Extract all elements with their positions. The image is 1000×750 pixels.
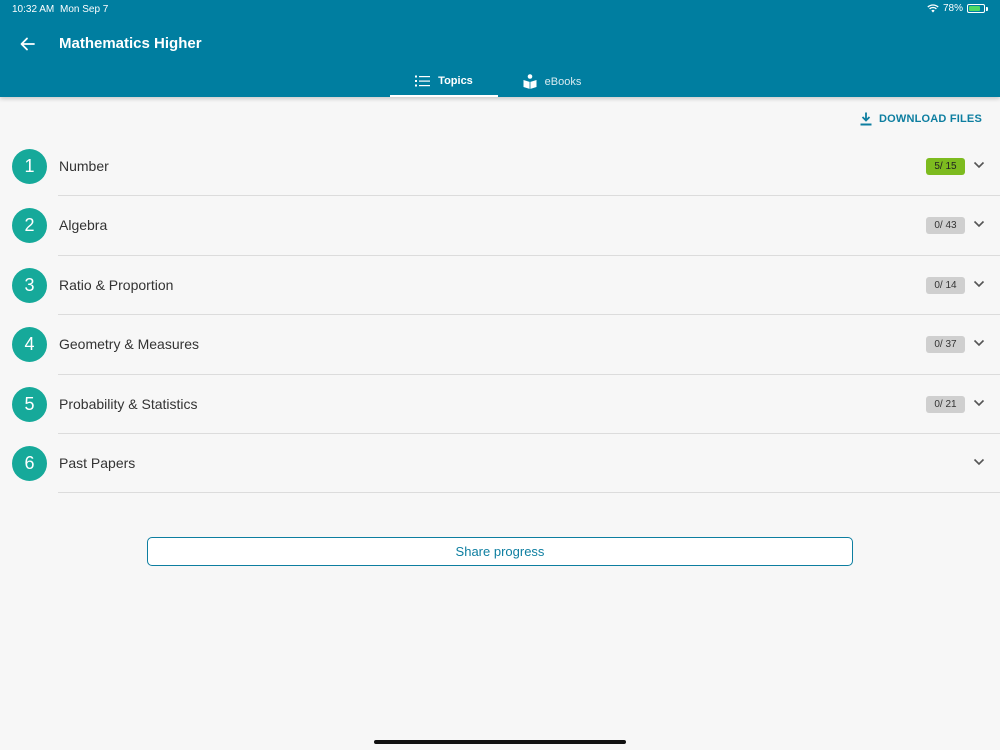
battery-icon bbox=[967, 4, 985, 13]
tab-bar: Topics eBooks bbox=[390, 66, 606, 97]
share-progress-button[interactable]: Share progress bbox=[147, 537, 853, 566]
progress-badge: 0/ 37 bbox=[926, 336, 965, 354]
topic-title: Algebra bbox=[59, 217, 108, 234]
download-files-button[interactable]: DOWNLOAD FILES bbox=[860, 112, 982, 126]
chevron-down-icon[interactable] bbox=[973, 338, 985, 348]
page-title: Mathematics Higher bbox=[59, 35, 202, 52]
topic-title: Ratio & Proportion bbox=[59, 276, 174, 293]
download-icon bbox=[860, 112, 872, 126]
topic-row[interactable]: 6 Past Papers bbox=[0, 434, 1000, 494]
topic-row[interactable]: 3 Ratio & Proportion 0/ 14 bbox=[0, 256, 1000, 316]
row-divider bbox=[58, 492, 1000, 494]
download-files-label: DOWNLOAD FILES bbox=[878, 113, 982, 125]
battery-level bbox=[969, 6, 980, 11]
chevron-down-icon[interactable] bbox=[973, 219, 985, 229]
arrow-left-icon bbox=[20, 37, 35, 51]
progress-badge: 0/ 21 bbox=[926, 395, 965, 413]
topic-number: 4 bbox=[12, 327, 47, 363]
book-icon bbox=[523, 74, 537, 89]
topic-row[interactable]: 4 Geometry & Measures 0/ 37 bbox=[0, 315, 1000, 375]
status-right: 78% bbox=[927, 3, 988, 14]
chevron-down-icon[interactable] bbox=[973, 279, 985, 289]
topic-row[interactable]: 2 Algebra 0/ 43 bbox=[0, 196, 1000, 256]
wifi-icon bbox=[927, 4, 939, 13]
topic-number: 3 bbox=[12, 267, 47, 303]
status-bar: 10:32 AM Mon Sep 7 78% bbox=[0, 0, 1000, 18]
tab-ebooks-label: eBooks bbox=[544, 75, 582, 88]
topic-list: 1 Number 5/ 15 2 Algebra 0/ 43 3 Ratio & Propor… bbox=[0, 137, 1000, 494]
status-time: 10:32 AM bbox=[12, 4, 55, 15]
topic-title: Probability & Statistics bbox=[59, 395, 198, 412]
progress-badge: 0/ 14 bbox=[926, 276, 965, 294]
topic-number: 1 bbox=[12, 149, 47, 184]
list-icon bbox=[415, 75, 431, 86]
topic-row[interactable]: 1 Number 5/ 15 bbox=[0, 137, 1000, 197]
topic-title: Past Papers bbox=[59, 454, 136, 471]
topic-number: 5 bbox=[12, 386, 47, 422]
back-button[interactable] bbox=[17, 34, 39, 54]
tab-topics[interactable]: Topics bbox=[390, 66, 498, 97]
tab-topics-label: Topics bbox=[438, 74, 473, 87]
chevron-down-icon[interactable] bbox=[973, 398, 985, 408]
home-indicator[interactable] bbox=[374, 740, 626, 744]
app-header: 10:32 AM Mon Sep 7 78% Mathematics Highe… bbox=[0, 0, 1000, 97]
status-date: Mon Sep 7 bbox=[60, 4, 109, 15]
battery-tip bbox=[986, 6, 988, 11]
chevron-down-icon[interactable] bbox=[973, 457, 985, 467]
tab-ebooks[interactable]: eBooks bbox=[498, 66, 606, 97]
topic-row[interactable]: 5 Probability & Statistics 0/ 21 bbox=[0, 375, 1000, 434]
topic-title: Geometry & Measures bbox=[59, 336, 200, 353]
topic-number: 6 bbox=[12, 445, 47, 481]
battery-percent: 78% bbox=[942, 3, 963, 14]
topic-title: Number bbox=[59, 158, 109, 174]
progress-badge: 0/ 43 bbox=[926, 217, 965, 235]
progress-badge: 5/ 15 bbox=[926, 158, 965, 175]
chevron-down-icon[interactable] bbox=[973, 160, 985, 170]
topic-number: 2 bbox=[12, 208, 47, 244]
